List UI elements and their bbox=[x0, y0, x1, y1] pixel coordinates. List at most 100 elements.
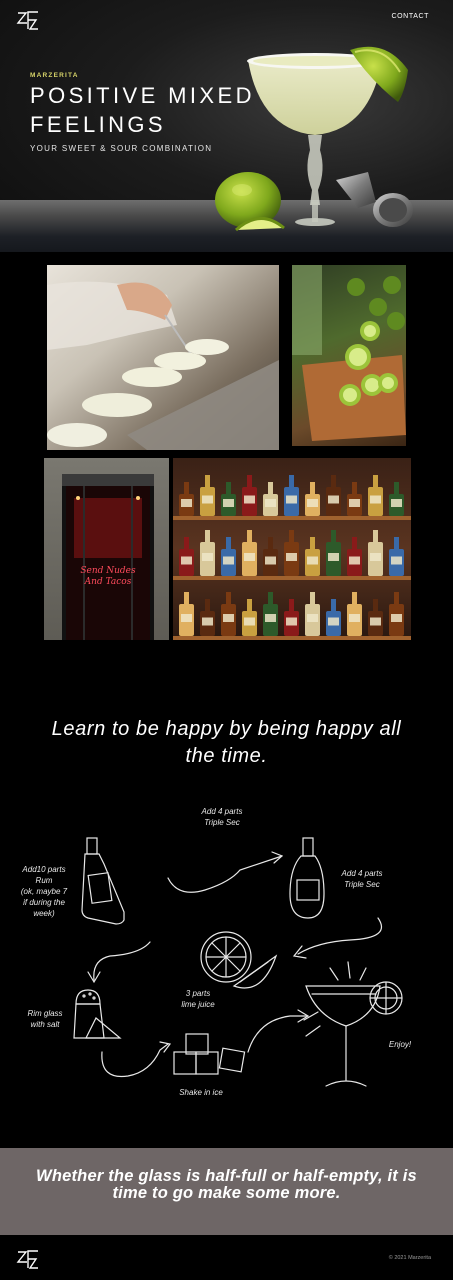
liquor-bottle bbox=[310, 592, 315, 604]
liquor-bottle bbox=[289, 599, 294, 611]
liquor-bottle bbox=[205, 530, 210, 542]
liquor-bottle bbox=[181, 499, 192, 507]
step-text: lime juice bbox=[181, 1000, 215, 1009]
nav-contact-link[interactable]: CONTACT bbox=[391, 13, 429, 20]
liquor-bottle bbox=[391, 499, 402, 507]
liquor-bottle bbox=[391, 614, 402, 622]
liquor-bottle bbox=[394, 482, 399, 494]
liquor-bottle bbox=[307, 614, 318, 622]
liquor-bottle bbox=[349, 556, 360, 565]
margarita-glass-icon bbox=[303, 961, 403, 1087]
liquor-bottle bbox=[394, 537, 399, 549]
glass-quote: Whether the glass is half-full or half-e… bbox=[24, 1168, 429, 1202]
liquor-bottle bbox=[307, 556, 318, 565]
recipe-illustration: Add 4 parts Triple Sec Add10 parts Rum (… bbox=[0, 790, 453, 1120]
step-enjoy: Enjoy! bbox=[380, 1039, 420, 1050]
rum-bottle-icon bbox=[81, 837, 125, 925]
liquor-bottle bbox=[268, 592, 273, 604]
step-text: Add 4 parts bbox=[341, 869, 383, 878]
liquor-bottle bbox=[247, 475, 252, 487]
liquor-bottle bbox=[223, 556, 234, 565]
step-text: Triple Sec bbox=[204, 818, 240, 827]
liquor-bottle bbox=[244, 553, 255, 561]
step-text: with salt bbox=[30, 1020, 60, 1029]
liquor-bottle bbox=[244, 495, 255, 504]
step-text: Add10 parts bbox=[22, 865, 66, 874]
lime-icon bbox=[200, 931, 278, 989]
step-text: 3 parts bbox=[185, 989, 211, 998]
step-text: (ok, maybe 7 bbox=[20, 887, 68, 896]
liquor-bottle bbox=[391, 556, 402, 565]
liquor-bottle bbox=[265, 614, 276, 622]
step-text: Enjoy! bbox=[388, 1040, 412, 1049]
liquor-bottle bbox=[373, 599, 378, 611]
hero-title-line: FEELINGS bbox=[30, 112, 167, 137]
liquor-bottle bbox=[181, 556, 192, 565]
liquor-bottle bbox=[184, 592, 189, 604]
liquor-bottle bbox=[307, 499, 318, 507]
liquor-bottle bbox=[310, 537, 315, 549]
liquor-bottle bbox=[331, 599, 336, 611]
liquor-bottle bbox=[202, 617, 213, 626]
liquor-bottle bbox=[349, 614, 360, 622]
brand-logo-icon[interactable] bbox=[16, 9, 40, 31]
step-triple-sec-right: Add 4 parts Triple Sec bbox=[330, 868, 394, 890]
step-text: Rum bbox=[35, 876, 53, 885]
liquor-bottle bbox=[352, 482, 357, 494]
liquor-bottle bbox=[370, 617, 381, 626]
liquor-bottle bbox=[286, 495, 297, 504]
hero-title: POSITIVE MIXED FEELINGS bbox=[30, 81, 290, 139]
footer-logo-icon[interactable] bbox=[16, 1248, 40, 1270]
bartender-pouring-photo bbox=[47, 265, 279, 450]
copyright-text: © 2021 Marzerita bbox=[388, 1255, 431, 1261]
arrow-icon bbox=[297, 917, 383, 955]
step-rum: Add10 parts Rum (ok, maybe 7 if during t… bbox=[14, 864, 74, 919]
liquor-bottle bbox=[370, 553, 381, 561]
step-text: Shake in ice bbox=[179, 1088, 223, 1097]
ice-cubes-icon bbox=[173, 1033, 246, 1075]
liquor-bottle bbox=[268, 482, 273, 494]
liquor-bottle bbox=[226, 592, 231, 604]
step-triple-sec-top: Add 4 parts Triple Sec bbox=[190, 806, 254, 828]
quote-line: Whether the glass is half-full or half-e… bbox=[36, 1167, 417, 1185]
liquor-bottle bbox=[181, 614, 192, 622]
liquor-bottle bbox=[205, 475, 210, 487]
liquor-bottle bbox=[310, 482, 315, 494]
liquor-bottle bbox=[265, 499, 276, 507]
liquor-bottle bbox=[226, 482, 231, 494]
liquor-bottle bbox=[244, 617, 255, 626]
liquor-bottle bbox=[286, 553, 297, 561]
liquor-bottle bbox=[223, 499, 234, 507]
step-text: week) bbox=[33, 909, 55, 918]
liquor-bottle bbox=[226, 537, 231, 549]
liquor-bottle bbox=[184, 482, 189, 494]
liquor-bottle bbox=[352, 592, 357, 604]
liquor-bottle bbox=[328, 553, 339, 561]
liquor-bottle bbox=[370, 495, 381, 504]
liquor-bottle bbox=[184, 537, 189, 549]
liquor-bottle bbox=[331, 475, 336, 487]
neon-sign-text: Send Nudes bbox=[80, 566, 136, 576]
arrow-icon bbox=[167, 855, 283, 893]
recipe-drawing bbox=[73, 837, 403, 1087]
liquor-bottle bbox=[202, 495, 213, 504]
liquor-bottle bbox=[205, 599, 210, 611]
arrow-icon bbox=[247, 1015, 307, 1053]
step-text: Rim glass bbox=[27, 1009, 63, 1018]
quote-line: time to go make some more. bbox=[112, 1184, 341, 1202]
liquor-bottle bbox=[328, 617, 339, 626]
liquor-bottle bbox=[328, 495, 339, 504]
liquor-bottle bbox=[202, 553, 213, 561]
step-text: Add 4 parts bbox=[201, 807, 243, 816]
neon-sign-text: And Tacos bbox=[84, 577, 132, 587]
hero-eyebrow: MARZERITA bbox=[30, 72, 79, 79]
hero-section: CONTACT MARZERITA POSITIVE MIXED FEELING… bbox=[0, 0, 453, 252]
liquor-bottle bbox=[286, 617, 297, 626]
quote-line: the time. bbox=[185, 745, 268, 767]
liquor-bottle bbox=[247, 599, 252, 611]
hero-title-line: POSITIVE MIXED bbox=[30, 83, 255, 108]
liquor-bottle bbox=[373, 530, 378, 542]
limes-cutting-board-photo bbox=[292, 265, 406, 446]
liquor-bottle bbox=[289, 475, 294, 487]
neon-sign-doorway-photo: Send Nudes And Tacos bbox=[44, 458, 169, 640]
